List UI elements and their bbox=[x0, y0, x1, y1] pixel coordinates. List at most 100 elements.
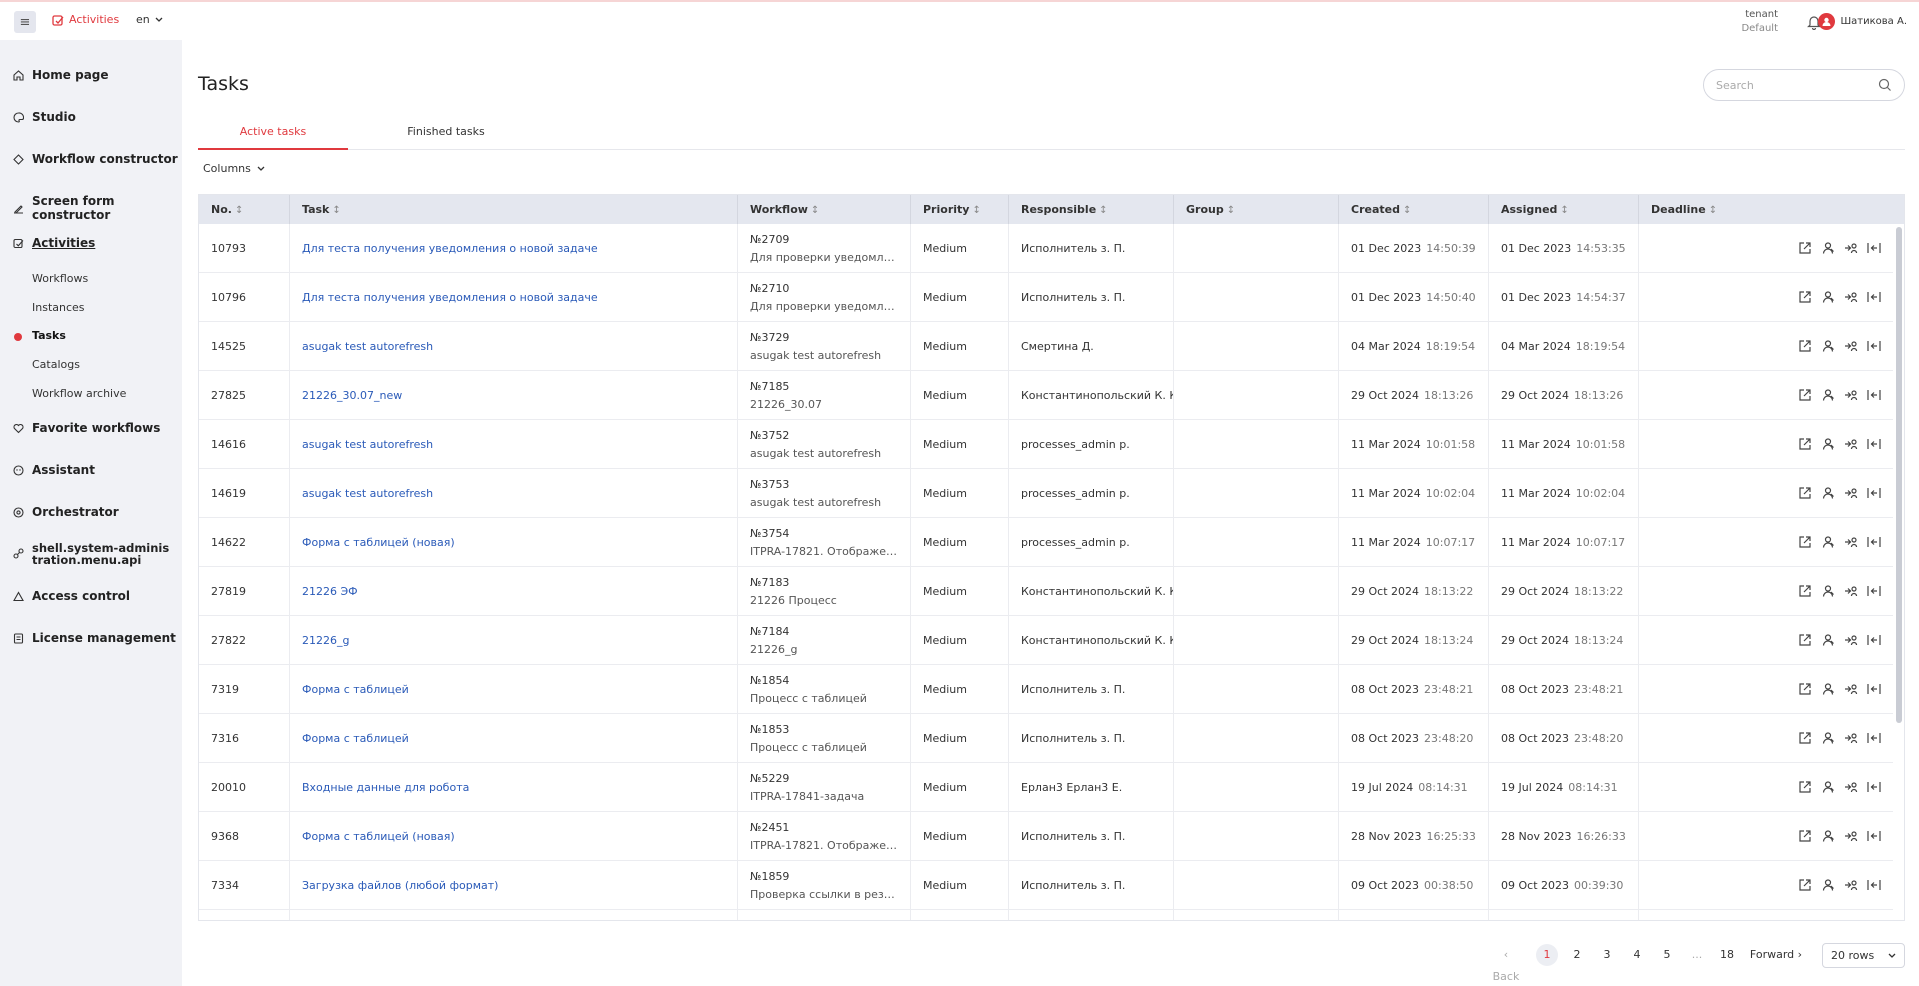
sidebar-item-workflow-constructor[interactable]: Workflow constructor bbox=[13, 152, 178, 166]
sidebar-item-studio[interactable]: Studio bbox=[13, 110, 76, 124]
table-row[interactable]: №1860 bbox=[199, 910, 1893, 920]
task-link[interactable]: 21226 ЭФ bbox=[302, 585, 737, 598]
open-external-icon[interactable] bbox=[1798, 731, 1812, 745]
table-row[interactable]: 20010 Входные данные для робота №5229 ITPRA… bbox=[199, 763, 1893, 812]
sidebar-item-activities[interactable]: Activities bbox=[13, 236, 95, 250]
task-link[interactable]: Форма с таблицей bbox=[302, 732, 737, 745]
task-link[interactable]: Форма с таблицей (новая) bbox=[302, 830, 737, 843]
table-row[interactable]: 14619 asugak test autorefresh №3753 asugak … bbox=[199, 469, 1893, 518]
table-row[interactable]: 7334 Загрузка файлов (любой формат) №1859 П… bbox=[199, 861, 1893, 910]
pagination-page-5[interactable]: 5 bbox=[1656, 944, 1678, 966]
table-row[interactable]: 7319 Форма с таблицей №1854 Процесс с табли… bbox=[199, 665, 1893, 714]
task-link[interactable]: Форма с таблицей bbox=[302, 683, 737, 696]
sidebar-item-favorite-workflows[interactable]: Favorite workflows bbox=[13, 421, 160, 435]
assign-user-icon[interactable] bbox=[1821, 241, 1835, 255]
assign-user-icon[interactable] bbox=[1821, 290, 1835, 304]
claim-icon[interactable] bbox=[1867, 731, 1881, 745]
assign-user-icon[interactable] bbox=[1821, 339, 1835, 353]
sidebar-item-license-management[interactable]: License management bbox=[13, 631, 176, 645]
claim-icon[interactable] bbox=[1867, 290, 1881, 304]
sidebar-subitem-instances[interactable]: Instances bbox=[32, 301, 85, 314]
open-external-icon[interactable] bbox=[1798, 682, 1812, 696]
open-external-icon[interactable] bbox=[1798, 878, 1812, 892]
delegate-icon[interactable] bbox=[1844, 780, 1858, 794]
column-header-deadline[interactable]: Deadline ↕ bbox=[1638, 195, 1904, 224]
table-row[interactable]: 14525 asugak test autorefresh №3729 asugak … bbox=[199, 322, 1893, 371]
task-link[interactable]: Входные данные для робота bbox=[302, 781, 737, 794]
table-row[interactable]: 10796 Для теста получения уведомления о н… bbox=[199, 273, 1893, 322]
assign-user-icon[interactable] bbox=[1821, 388, 1835, 402]
sidebar-subitem-workflow-archive[interactable]: Workflow archive bbox=[32, 387, 126, 400]
language-select[interactable]: en bbox=[136, 13, 163, 26]
claim-icon[interactable] bbox=[1867, 388, 1881, 402]
open-external-icon[interactable] bbox=[1798, 388, 1812, 402]
claim-icon[interactable] bbox=[1867, 535, 1881, 549]
task-link[interactable]: Загрузка файлов (любой формат) bbox=[302, 879, 737, 892]
task-link[interactable]: Для теста получения уведомления о новой … bbox=[302, 291, 737, 304]
open-external-icon[interactable] bbox=[1798, 780, 1812, 794]
user-menu[interactable]: Шатикова А. bbox=[1818, 13, 1907, 30]
sidebar-item-assistant[interactable]: Assistant bbox=[13, 463, 95, 477]
search-input[interactable] bbox=[1716, 78, 1878, 92]
claim-icon[interactable] bbox=[1867, 584, 1881, 598]
claim-icon[interactable] bbox=[1867, 780, 1881, 794]
pagination-back[interactable]: ‹ Back bbox=[1489, 944, 1523, 983]
tab-active-tasks[interactable]: Active tasks bbox=[198, 125, 348, 150]
open-external-icon[interactable] bbox=[1798, 633, 1812, 647]
sidebar-item-screen-form-constructor[interactable]: Screen form constructor bbox=[13, 194, 182, 222]
task-link[interactable]: Форма с таблицей (новая) bbox=[302, 536, 737, 549]
table-row[interactable]: 14616 asugak test autorefresh №3752 asugak … bbox=[199, 420, 1893, 469]
open-external-icon[interactable] bbox=[1798, 241, 1812, 255]
open-external-icon[interactable] bbox=[1798, 437, 1812, 451]
assign-user-icon[interactable] bbox=[1821, 682, 1835, 696]
open-external-icon[interactable] bbox=[1798, 290, 1812, 304]
pagination-page-18[interactable]: 18 bbox=[1716, 944, 1738, 966]
table-row[interactable]: 27819 21226 ЭФ №7183 21226 Процесс Medium Кон… bbox=[199, 567, 1893, 616]
claim-icon[interactable] bbox=[1867, 486, 1881, 500]
column-header-workflow[interactable]: Workflow ↕ bbox=[737, 195, 910, 224]
sidebar-subitem-catalogs[interactable]: Catalogs bbox=[32, 358, 80, 371]
column-header-priority[interactable]: Priority ↕ bbox=[910, 195, 1008, 224]
delegate-icon[interactable] bbox=[1844, 241, 1858, 255]
menu-toggle-button[interactable]: ≡ bbox=[14, 11, 36, 33]
delegate-icon[interactable] bbox=[1844, 878, 1858, 892]
delegate-icon[interactable] bbox=[1844, 682, 1858, 696]
sidebar-subitem-tasks[interactable]: Tasks bbox=[32, 329, 66, 342]
task-link[interactable]: asugak test autorefresh bbox=[302, 487, 737, 500]
assign-user-icon[interactable] bbox=[1821, 584, 1835, 598]
assign-user-icon[interactable] bbox=[1821, 633, 1835, 647]
pagination-page-2[interactable]: 2 bbox=[1566, 944, 1588, 966]
column-header-responsible[interactable]: Responsible ↕ bbox=[1008, 195, 1173, 224]
claim-icon[interactable] bbox=[1867, 682, 1881, 696]
tab-finished-tasks[interactable]: Finished tasks bbox=[371, 125, 521, 150]
claim-icon[interactable] bbox=[1867, 437, 1881, 451]
sidebar-item-orchestrator[interactable]: Orchestrator bbox=[13, 505, 119, 519]
delegate-icon[interactable] bbox=[1844, 437, 1858, 451]
delegate-icon[interactable] bbox=[1844, 829, 1858, 843]
open-external-icon[interactable] bbox=[1798, 535, 1812, 549]
delegate-icon[interactable] bbox=[1844, 731, 1858, 745]
task-link[interactable]: asugak test autorefresh bbox=[302, 340, 737, 353]
table-row[interactable]: 7316 Форма с таблицей №1853 Процесс с табли… bbox=[199, 714, 1893, 763]
table-row[interactable]: 14622 Форма с таблицей (новая) №3754 ITPRA-… bbox=[199, 518, 1893, 567]
column-header-no[interactable]: No. ↕ bbox=[199, 195, 289, 224]
column-header-assigned[interactable]: Assigned ↕ bbox=[1488, 195, 1638, 224]
claim-icon[interactable] bbox=[1867, 829, 1881, 843]
delegate-icon[interactable] bbox=[1844, 584, 1858, 598]
table-row[interactable]: 9368 Форма с таблицей (новая) №2451 ITPRA-1… bbox=[199, 812, 1893, 861]
rows-per-page-select[interactable]: 20 rows bbox=[1822, 943, 1905, 968]
table-scrollbar[interactable] bbox=[1896, 227, 1902, 723]
claim-icon[interactable] bbox=[1867, 241, 1881, 255]
table-row[interactable]: 27822 21226_g №7184 21226_g Medium Константин… bbox=[199, 616, 1893, 665]
pagination-page-3[interactable]: 3 bbox=[1596, 944, 1618, 966]
task-link[interactable]: 21226_30.07_new bbox=[302, 389, 737, 402]
app-switcher[interactable]: Activities bbox=[52, 13, 119, 26]
open-external-icon[interactable] bbox=[1798, 339, 1812, 353]
claim-icon[interactable] bbox=[1867, 339, 1881, 353]
assign-user-icon[interactable] bbox=[1821, 829, 1835, 843]
delegate-icon[interactable] bbox=[1844, 339, 1858, 353]
search-icon[interactable] bbox=[1878, 78, 1892, 92]
columns-button[interactable]: Columns bbox=[203, 162, 265, 175]
assign-user-icon[interactable] bbox=[1821, 437, 1835, 451]
delegate-icon[interactable] bbox=[1844, 290, 1858, 304]
